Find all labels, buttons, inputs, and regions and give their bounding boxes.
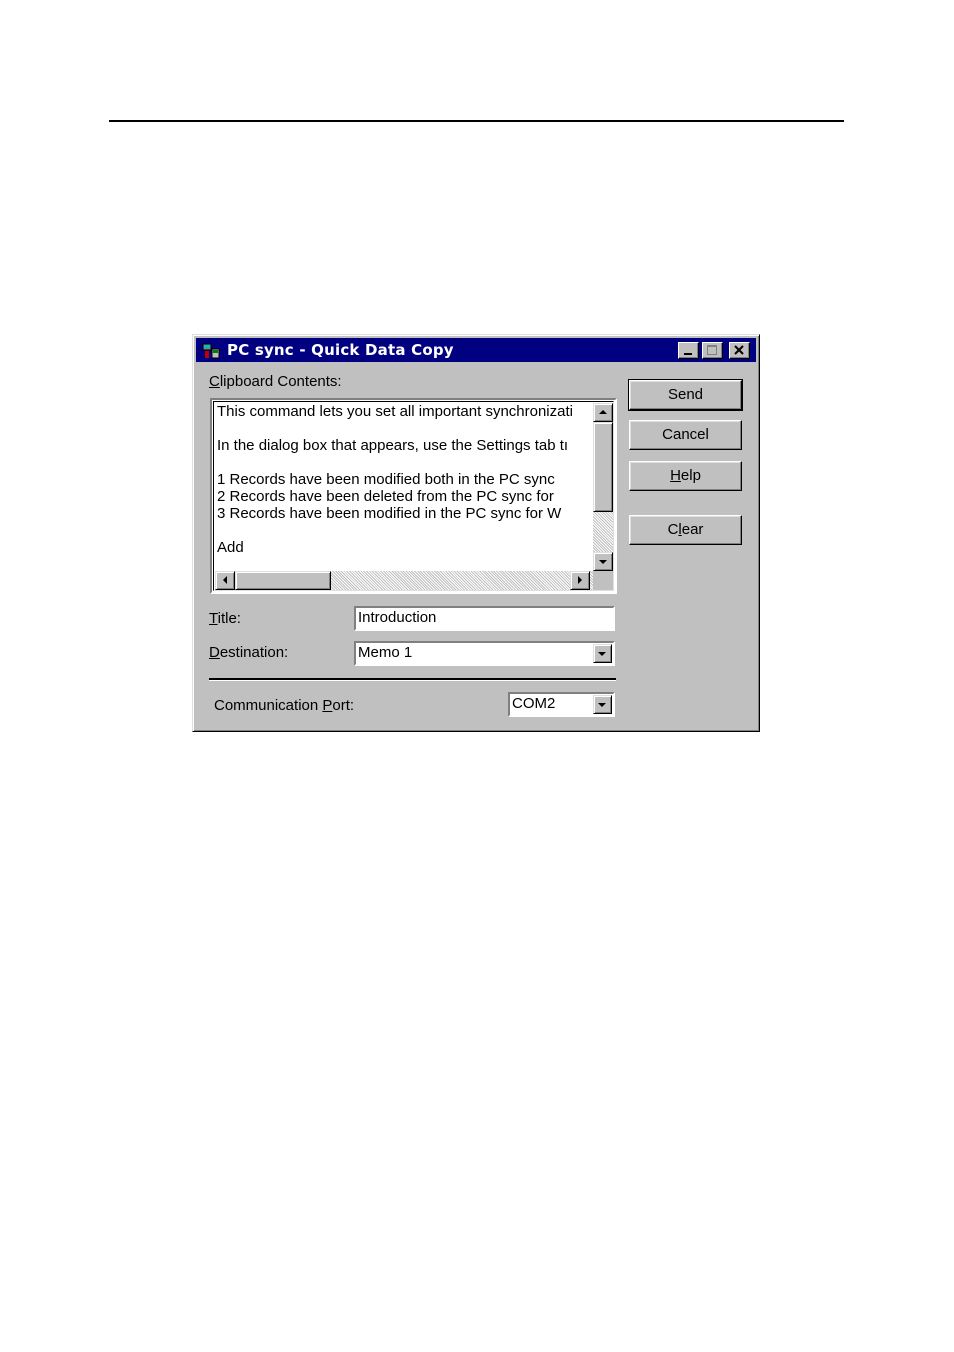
cancel-button[interactable]: Cancel — [629, 420, 742, 450]
help-button[interactable]: Help — [629, 461, 742, 491]
scroll-right-button[interactable] — [570, 571, 590, 590]
title-label-mnemonic: T — [209, 610, 218, 627]
arrow-left-icon — [223, 576, 227, 584]
communication-port-label: Communication Port: — [214, 697, 354, 714]
clipboard-contents-label: Clipboard Contents: — [209, 373, 342, 390]
scroll-corner — [593, 571, 613, 590]
clear-label-prefix: C — [667, 521, 679, 538]
clear-label-rest: ear — [681, 521, 704, 538]
scroll-left-button[interactable] — [215, 571, 235, 590]
title-label-rest: itle: — [217, 610, 241, 627]
port-label-rest: ort: — [332, 697, 355, 714]
help-label-rest: elp — [680, 467, 701, 484]
title-input[interactable]: Introduction — [354, 606, 615, 631]
title-label: Title: — [209, 610, 241, 627]
close-button[interactable] — [729, 342, 750, 359]
clipboard-line: Add — [217, 539, 244, 556]
communication-port-select[interactable]: COM2 — [508, 692, 615, 717]
destination-dropdown-button[interactable] — [593, 644, 612, 663]
help-mnemonic: H — [670, 467, 681, 484]
destination-label-mnemonic: D — [209, 644, 220, 661]
horizontal-scrollbar[interactable] — [215, 571, 593, 590]
destination-label-rest: estination: — [219, 644, 289, 661]
arrow-right-icon — [578, 576, 582, 584]
separator-line — [209, 678, 616, 681]
clipboard-label-mnemonic: C — [209, 373, 220, 390]
clipboard-line: In the dialog box that appears, use the … — [217, 437, 569, 454]
app-icon — [202, 343, 220, 359]
send-button[interactable]: Send — [628, 379, 743, 411]
close-icon — [734, 345, 744, 355]
clipboard-text-area[interactable]: This command lets you set all important … — [213, 401, 614, 591]
clipboard-line: 2 Records have been deleted from the PC … — [217, 488, 554, 505]
quick-data-copy-dialog: PC sync - Quick Data Copy Clipboard Cont… — [192, 334, 760, 732]
port-label-prefix: Communication — [214, 697, 323, 714]
arrow-up-icon — [599, 410, 607, 414]
clipboard-label-rest: lipboard Contents: — [219, 373, 342, 390]
title-bar[interactable]: PC sync - Quick Data Copy — [196, 338, 756, 362]
destination-label: Destination: — [209, 644, 288, 661]
window-title: PC sync - Quick Data Copy — [227, 341, 454, 359]
port-value: COM2 — [512, 695, 556, 712]
clipboard-line: This command lets you set all important … — [217, 403, 573, 420]
clear-button[interactable]: Clear — [629, 515, 742, 545]
vertical-scroll-thumb[interactable] — [593, 422, 613, 512]
maximize-button[interactable] — [702, 342, 723, 359]
maximize-icon — [707, 345, 717, 355]
scroll-up-button[interactable] — [593, 403, 613, 422]
minimize-icon — [684, 353, 692, 355]
horizontal-scroll-thumb[interactable] — [235, 571, 331, 590]
clipboard-contents-textarea[interactable]: This command lets you set all important … — [210, 398, 617, 594]
destination-value: Memo 1 — [358, 644, 413, 661]
scroll-down-button[interactable] — [593, 552, 613, 571]
port-label-mnemonic: P — [322, 697, 333, 714]
chevron-down-icon — [598, 652, 606, 656]
clipboard-line: 1 Records have been modified both in the… — [217, 471, 555, 488]
port-dropdown-button[interactable] — [593, 695, 612, 714]
destination-select[interactable]: Memo 1 — [354, 641, 615, 666]
chevron-down-icon — [598, 703, 606, 707]
clipboard-line: 3 Records have been modified in the PC s… — [217, 505, 562, 522]
minimize-button[interactable] — [678, 342, 699, 359]
page-top-rule — [109, 120, 844, 122]
arrow-down-icon — [599, 560, 607, 564]
vertical-scrollbar[interactable] — [593, 403, 613, 571]
